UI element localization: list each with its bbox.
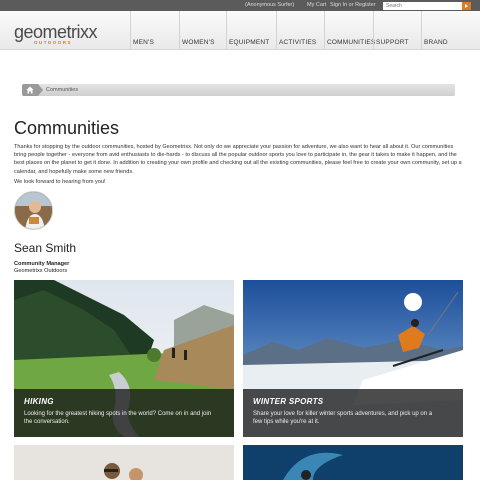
breadcrumb: Communities [22, 84, 455, 96]
nav-womens-label: WOMEN'S [182, 39, 215, 46]
breadcrumb-home[interactable] [22, 84, 38, 96]
tile-hiking-caption: HIKING Looking for the greatest hiking s… [14, 389, 234, 437]
page-title: Communities [14, 118, 120, 138]
avatar-photo [15, 192, 52, 229]
tile-winter-sports[interactable]: WINTER SPORTS Share your love for killer… [243, 280, 463, 437]
nav-brand[interactable]: BRAND [421, 11, 480, 50]
breadcrumb-current: Communities [46, 86, 79, 93]
nav-equipment[interactable]: EQUIPMENT [226, 11, 276, 50]
nav-support-label: SUPPORT [376, 39, 409, 46]
avatar[interactable] [14, 191, 53, 230]
tile-hiking[interactable]: HIKING Looking for the greatest hiking s… [14, 280, 234, 437]
home-icon [26, 86, 34, 94]
logo[interactable]: geometrixx [14, 23, 98, 41]
tile-winter-sports-desc: Share your love for killer winter sports… [253, 411, 433, 425]
search-button[interactable] [462, 2, 471, 10]
nav-equipment-label: EQUIPMENT [229, 39, 270, 46]
tile-row2-right-photo [243, 445, 463, 480]
site-header: geometrixx OUTDOORS MEN'S WOMEN'S EQUIPM… [0, 11, 480, 50]
nav-womens[interactable]: WOMEN'S [179, 11, 226, 50]
nav-activities[interactable]: ACTIVITIES [276, 11, 324, 50]
nav-communities-label: COMMUNITIES [327, 39, 376, 46]
nav-communities[interactable]: COMMUNITIES [324, 11, 376, 50]
manager-company: Geometrixx Outdoors [14, 268, 68, 274]
sign-in-link[interactable]: Sign In or Register [330, 1, 376, 10]
tile-row2-right[interactable] [243, 445, 463, 480]
nav-mens[interactable]: MEN'S [130, 11, 179, 50]
tile-winter-sports-title[interactable]: WINTER SPORTS [253, 397, 453, 406]
intro-text: Thanks for stopping by the outdoor commu… [14, 144, 462, 175]
tile-hiking-desc: Looking for the greatest hiking spots in… [24, 411, 212, 425]
closing-text: We look forward to hearing from you! [14, 179, 106, 185]
my-cart-link[interactable]: My Cart [307, 1, 326, 10]
search-input[interactable] [383, 2, 462, 10]
tile-row2-left[interactable] [14, 445, 234, 480]
tile-row2-left-photo [14, 445, 234, 480]
tile-winter-sports-caption: WINTER SPORTS Share your love for killer… [243, 389, 463, 437]
manager-role: Community Manager [14, 261, 70, 267]
breadcrumb-separator [38, 84, 43, 96]
utility-bar: (Anonymous Surfer) My Cart Sign In or Re… [0, 0, 480, 11]
manager-name: Sean Smith [14, 241, 77, 255]
arrow-right-icon [465, 4, 468, 8]
logo-tagline: OUTDOORS [34, 40, 73, 45]
nav-activities-label: ACTIVITIES [279, 39, 317, 46]
nav-support[interactable]: SUPPORT [373, 11, 421, 50]
nav-brand-label: BRAND [424, 39, 448, 46]
current-user: (Anonymous Surfer) [245, 2, 295, 8]
tile-hiking-title[interactable]: HIKING [24, 397, 224, 406]
nav-mens-label: MEN'S [133, 39, 155, 46]
